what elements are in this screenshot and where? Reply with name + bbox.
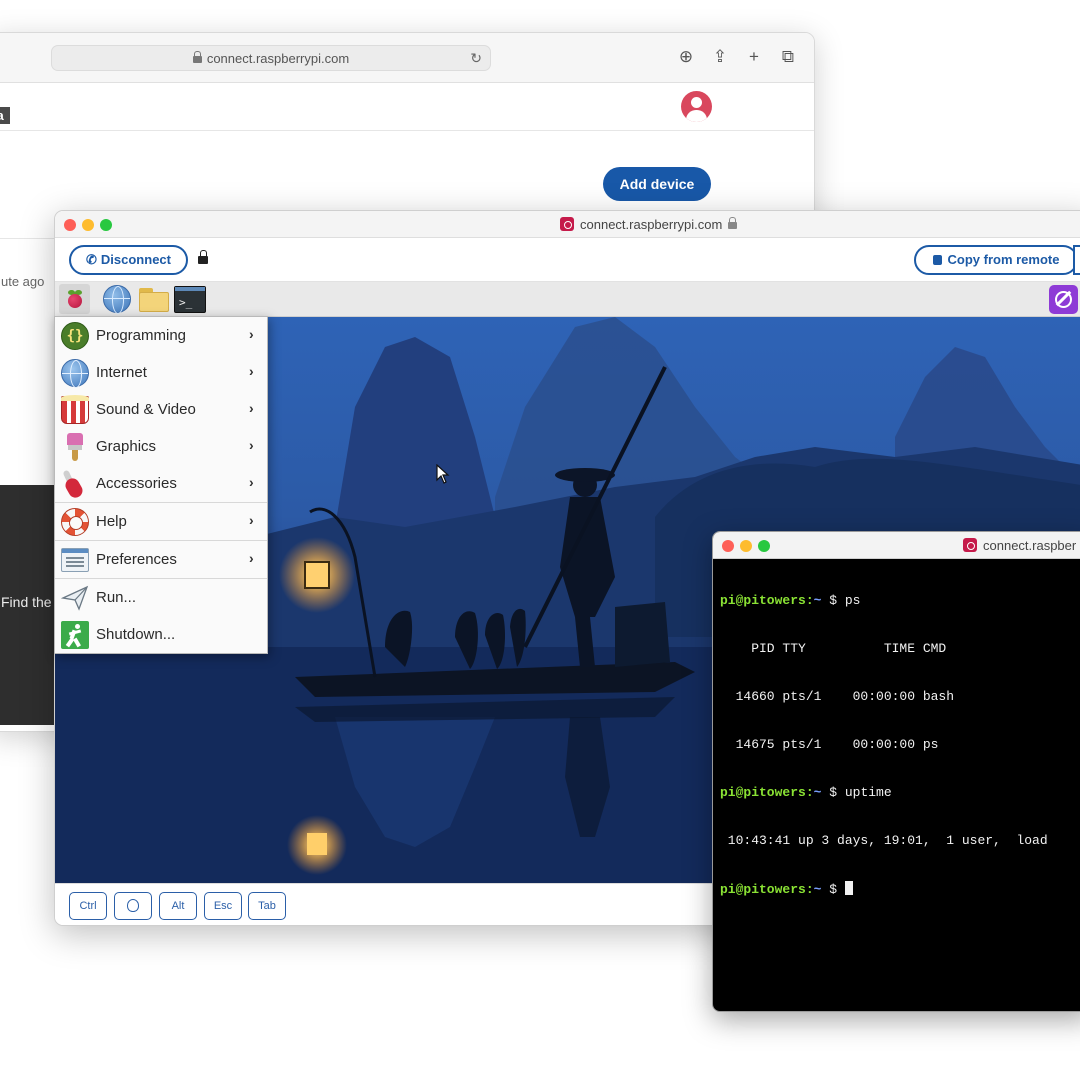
- back-address-bar[interactable]: connect.raspberrypi.com ↻: [51, 45, 491, 71]
- raspberry-pi-favicon-icon: [560, 217, 574, 231]
- minimize-window-button[interactable]: [82, 219, 94, 231]
- terminal-window-title: connect.raspber: [963, 538, 1076, 553]
- chevron-right-icon: ›: [249, 474, 254, 490]
- secure-lock-icon: [198, 250, 208, 264]
- sound-video-icon: [61, 395, 89, 424]
- programming-icon: {}: [61, 322, 89, 350]
- terminal-titlebar: connect.raspber: [713, 532, 1080, 559]
- chevron-right-icon: ›: [249, 400, 254, 416]
- terminal-line: 10:43:41 up 3 days, 19:01, 1 user, load: [720, 833, 1048, 848]
- back-page-header: eta: [0, 83, 814, 131]
- remote-connect-icon[interactable]: [1049, 285, 1078, 314]
- terminal-output[interactable]: pi@pitowers:~ $ ps PID TTY TIME CMD 1466…: [720, 561, 1080, 929]
- remote-window-titlebar: connect.raspberrypi.com: [55, 211, 1080, 238]
- close-window-button[interactable]: [722, 540, 734, 552]
- chevron-right-icon: ›: [249, 326, 254, 342]
- pi-start-menu: {} Programming › Internet › Sound & Vide…: [54, 316, 268, 654]
- menu-item-preferences[interactable]: Preferences ›: [55, 541, 267, 578]
- menu-item-accessories[interactable]: Accessories ›: [55, 465, 267, 502]
- pi-menu-button[interactable]: [59, 284, 90, 314]
- phone-hangup-icon: ✆: [86, 252, 97, 267]
- copy-from-remote-button[interactable]: Copy from remote: [914, 245, 1078, 275]
- terminal-line: pi@pitowers:~ $: [720, 881, 1080, 897]
- remote-toolbar: ✆ Disconnect Copy from remote: [55, 238, 1080, 282]
- back-address-text: connect.raspberrypi.com: [206, 51, 350, 66]
- menu-item-internet[interactable]: Internet ›: [55, 354, 267, 391]
- share-icon[interactable]: ⇪: [709, 46, 731, 68]
- chevron-right-icon: ›: [249, 512, 254, 528]
- pi-taskbar: >_: [55, 282, 1080, 317]
- terminal-launcher-icon[interactable]: >_: [174, 286, 206, 313]
- zoom-window-button[interactable]: [758, 540, 770, 552]
- web-browser-icon[interactable]: [103, 285, 131, 314]
- lock-icon: [728, 217, 738, 229]
- graphics-icon: [67, 433, 83, 461]
- text-cursor: [844, 881, 853, 895]
- shutdown-icon: [61, 621, 89, 649]
- ctrl-key-button[interactable]: Ctrl: [69, 892, 107, 920]
- raspberry-icon: [67, 290, 83, 308]
- close-window-button[interactable]: [64, 219, 76, 231]
- menu-item-help[interactable]: Help ›: [55, 503, 267, 540]
- file-manager-icon[interactable]: [139, 288, 169, 312]
- menu-item-shutdown[interactable]: Shutdown...: [55, 616, 267, 653]
- raspberry-key-icon: [127, 899, 139, 912]
- disconnect-button[interactable]: ✆ Disconnect: [69, 245, 188, 275]
- accessories-icon: [62, 469, 86, 501]
- esc-key-button[interactable]: Esc: [204, 892, 242, 920]
- chevron-right-icon: ›: [249, 363, 254, 379]
- menu-item-programming[interactable]: {} Programming ›: [55, 317, 267, 354]
- raspberry-pi-favicon-icon: [963, 538, 977, 552]
- chevron-right-icon: ›: [249, 437, 254, 453]
- tab-overview-icon[interactable]: ⧉: [777, 46, 799, 68]
- preferences-icon: [61, 548, 89, 572]
- internet-icon: [61, 359, 89, 388]
- chevron-right-icon: ›: [249, 550, 254, 566]
- screen: connect.raspberrypi.com ↻ ⊕ ⇪ + ⧉ eta Ad…: [0, 0, 1080, 1080]
- reload-icon[interactable]: ↻: [470, 50, 482, 67]
- terminal-line: pi@pitowers:~ $ uptime: [720, 785, 892, 800]
- alt-key-button[interactable]: Alt: [159, 892, 197, 920]
- menu-item-sound-video[interactable]: Sound & Video ›: [55, 391, 267, 428]
- terminal-line: pi@pitowers:~ $ ps: [720, 593, 861, 608]
- new-tab-icon[interactable]: +: [743, 46, 765, 68]
- terminal-line: PID TTY TIME CMD: [720, 641, 947, 656]
- menu-item-graphics[interactable]: Graphics ›: [55, 428, 267, 465]
- beta-badge: eta: [0, 107, 10, 124]
- remote-window-title: connect.raspberrypi.com: [560, 217, 738, 232]
- terminal-window[interactable]: connect.raspber pi@pitowers:~ $ ps PID T…: [712, 531, 1080, 1012]
- back-browser-toolbar: connect.raspberrypi.com ↻ ⊕ ⇪ + ⧉: [0, 33, 814, 83]
- run-icon: [61, 585, 89, 611]
- minimize-window-button[interactable]: [740, 540, 752, 552]
- help-icon: [61, 508, 89, 536]
- download-icon[interactable]: ⊕: [675, 46, 697, 68]
- copy-icon: [932, 255, 942, 265]
- terminal-line: 14675 pts/1 00:00:00 ps: [720, 737, 939, 752]
- add-device-button[interactable]: Add device: [603, 167, 711, 201]
- paste-to-remote-button[interactable]: [1073, 245, 1080, 275]
- terminal-line: 14660 pts/1 00:00:00 bash: [720, 689, 955, 704]
- raspberry-key-button[interactable]: [114, 892, 152, 920]
- mouse-pointer-icon: [436, 464, 450, 484]
- profile-icon[interactable]: [681, 91, 712, 122]
- tab-key-button[interactable]: Tab: [248, 892, 286, 920]
- menu-item-run[interactable]: Run...: [55, 579, 267, 616]
- device-last-seen-text: ute ago: [1, 274, 45, 289]
- zoom-window-button[interactable]: [100, 219, 112, 231]
- lock-icon: [192, 51, 202, 63]
- find-the-text: Find the: [1, 594, 52, 610]
